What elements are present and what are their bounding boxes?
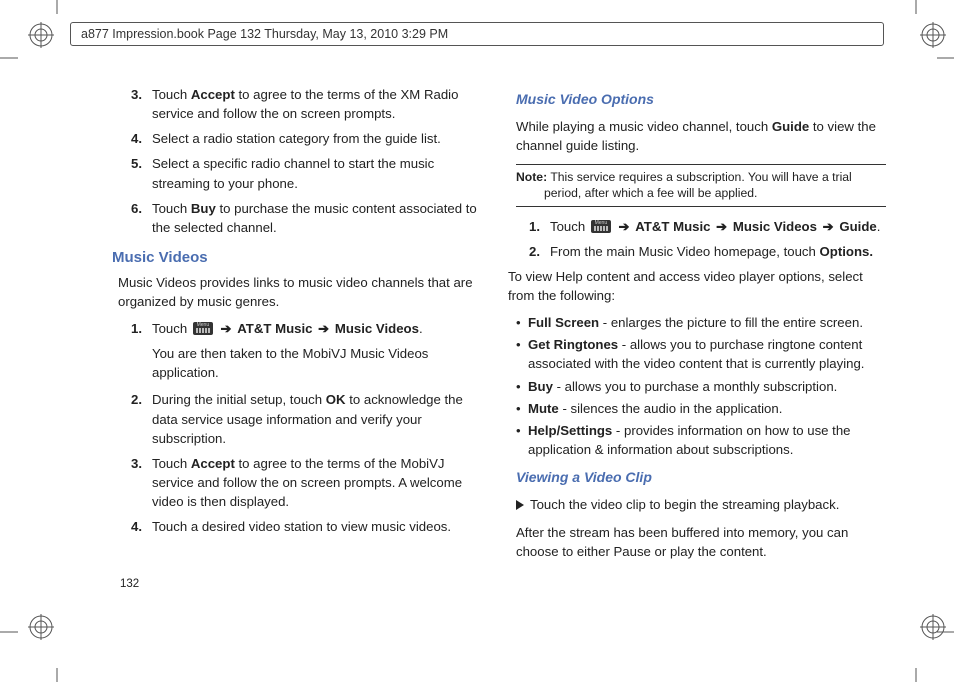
intro-paragraph: Music Videos provides links to music vid… — [118, 273, 488, 311]
action-item: Touch the video clip to begin the stream… — [516, 495, 886, 514]
subheading-viewing-video-clip: Viewing a Video Clip — [516, 467, 886, 487]
section-heading-music-videos: Music Videos — [112, 247, 488, 269]
registration-mark-top-left — [28, 22, 54, 48]
paragraph: After the stream has been buffered into … — [516, 523, 886, 561]
list-item: 1. Touch ➔ AT&T Music ➔ Music Videos. — [118, 319, 488, 338]
note: Note: This service requires a subscripti… — [516, 169, 886, 202]
right-column: Music Video Options While playing a musi… — [516, 85, 886, 569]
list-item: 3. Touch Accept to agree to the terms of… — [118, 454, 488, 511]
triangle-icon — [516, 500, 524, 510]
list-item: 2. During the initial setup, touch OK to… — [118, 390, 488, 447]
paragraph: While playing a music video channel, tou… — [516, 117, 886, 155]
bullet-item: •Help/Settings - provides information on… — [516, 421, 886, 459]
page-number: 132 — [120, 578, 139, 590]
arrow-icon: ➔ — [219, 321, 234, 336]
list-item: 4. Select a radio station category from … — [118, 129, 488, 148]
list-item: 5. Select a specific radio channel to st… — [118, 154, 488, 192]
list-item: 2. From the main Music Video homepage, t… — [516, 242, 886, 261]
arrow-icon: ➔ — [617, 219, 632, 234]
paragraph: To view Help content and access video pl… — [508, 267, 886, 305]
registration-mark-top-right — [920, 22, 946, 48]
bullet-item: •Full Screen - enlarges the picture to f… — [516, 313, 886, 332]
menu-icon — [591, 220, 611, 233]
left-column: 3. Touch Accept to agree to the terms of… — [118, 85, 488, 569]
list-item: 1. Touch ➔ AT&T Music ➔ Music Videos ➔ G… — [516, 217, 886, 236]
divider — [516, 206, 886, 207]
registration-mark-bottom-left — [28, 614, 54, 640]
bullet-item: •Get Ringtones - allows you to purchase … — [516, 335, 886, 373]
list-item: 6. Touch Buy to purchase the music conte… — [118, 199, 488, 237]
list-item: 3. Touch Accept to agree to the terms of… — [118, 85, 488, 123]
page-content: 3. Touch Accept to agree to the terms of… — [118, 85, 886, 569]
arrow-icon: ➔ — [821, 219, 836, 234]
menu-icon — [193, 322, 213, 335]
nav-result: You are then taken to the MobiVJ Music V… — [152, 344, 488, 382]
arrow-icon: ➔ — [316, 321, 331, 336]
list-item: 4. Touch a desired video station to view… — [118, 517, 488, 536]
divider — [516, 164, 886, 165]
bullet-item: •Buy - allows you to purchase a monthly … — [516, 377, 886, 396]
subheading-music-video-options: Music Video Options — [516, 89, 886, 109]
arrow-icon: ➔ — [714, 219, 729, 234]
page-header: a877 Impression.book Page 132 Thursday, … — [70, 22, 884, 46]
header-text: a877 Impression.book Page 132 Thursday, … — [81, 27, 448, 41]
bullet-item: •Mute - silences the audio in the applic… — [516, 399, 886, 418]
registration-mark-bottom-right — [920, 614, 946, 640]
